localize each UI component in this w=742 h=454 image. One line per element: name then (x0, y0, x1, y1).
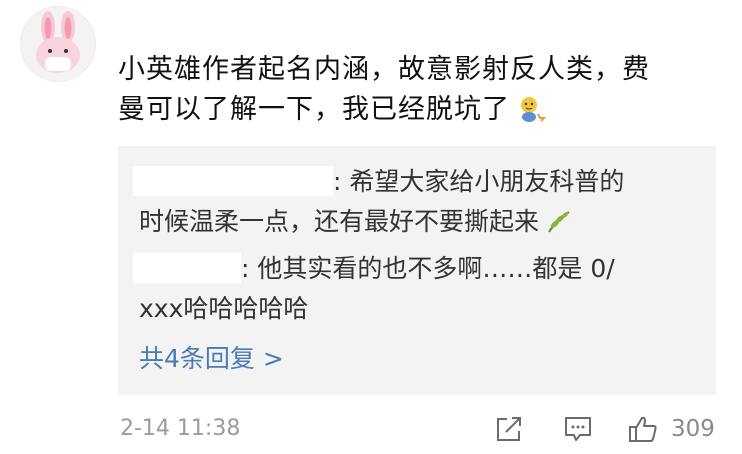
comment-icon[interactable] (563, 414, 593, 444)
reply-username-redacted[interactable] (133, 253, 241, 283)
comment-text: 小英雄作者起名内涵，故意影射反人类，费 曼可以了解一下，我已经脱坑了 (118, 50, 718, 136)
rabbit-avatar-icon (36, 11, 80, 73)
reply-item[interactable]: : 他其实看的也不多啊……都是 0/ xxx哈哈哈哈哈 (133, 249, 699, 329)
reply-item[interactable]: : 希望大家给小朋友科普的 时候温柔一点，还有最好不要撕起来 (133, 162, 699, 248)
reply-line2: xxx哈哈哈哈哈 (139, 289, 699, 329)
reply-text-line2: 时候温柔一点，还有最好不要撕起来 (139, 207, 540, 236)
reply-text-line2: xxx哈哈哈哈哈 (139, 294, 309, 323)
comment-text-line2-content: 曼可以了解一下，我已经脱坑了 (118, 94, 510, 125)
replies-panel: : 希望大家给小朋友科普的 时候温柔一点，还有最好不要撕起来 : 他其实看的也不… (118, 146, 716, 395)
username-redacted[interactable] (118, 8, 340, 40)
reply-line2: 时候温柔一点，还有最好不要撕起来 (139, 202, 699, 248)
comment-footer: 2-14 11:38 309 (120, 414, 720, 448)
like-count: 309 (671, 416, 715, 442)
comment-text-line2: 曼可以了解一下，我已经脱坑了 (118, 90, 718, 136)
leaf-emoji-icon (545, 208, 573, 248)
thumbs-up-icon[interactable] (627, 414, 657, 444)
reply-text-line1: : 他其实看的也不多啊……都是 0/ (241, 254, 615, 283)
reply-text-line1: : 希望大家给小朋友科普的 (333, 167, 625, 196)
reply-username-redacted[interactable] (133, 166, 333, 196)
avatar[interactable] (20, 6, 96, 82)
reply-line1: : 他其实看的也不多啊……都是 0/ (133, 249, 699, 289)
comment-item: 小英雄作者起名内涵，故意影射反人类，费 曼可以了解一下，我已经脱坑了 : 希望大… (0, 0, 742, 454)
comment-timestamp: 2-14 11:38 (120, 416, 241, 441)
sitting-doge-emoji-icon (516, 94, 547, 136)
more-replies-link[interactable]: 共4条回复 > (139, 342, 284, 376)
reply-line1: : 希望大家给小朋友科普的 (133, 162, 699, 202)
share-icon[interactable] (494, 414, 524, 444)
comment-text-line1: 小英雄作者起名内涵，故意影射反人类，费 (118, 54, 650, 85)
